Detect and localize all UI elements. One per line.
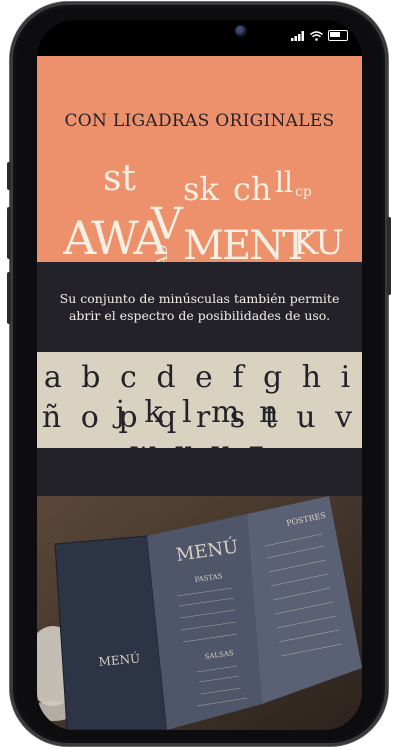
lig-top-1: st (103, 158, 136, 199)
description-text: Su conjunto de minúsculas también permit… (57, 290, 342, 324)
lig-top-2: sk (183, 170, 219, 208)
alphabet-section: a b c d e f g h i j k l m n ñ o p q r s … (37, 352, 362, 470)
volume-up-button (7, 207, 11, 259)
notch (119, 20, 281, 50)
phone-screen[interactable]: CON LIGADRAS ORIGINALES st sk ch ll cp A… (37, 20, 362, 730)
ligature-glyphs: st sk ch ll cp AWA V MENT KU AD (62, 158, 345, 269)
front-camera-icon (235, 25, 247, 37)
status-icons (291, 30, 348, 41)
description-section: Su conjunto de minúsculas también permit… (37, 262, 362, 352)
menu-illustration: MENÚ MENÚ PASTAS SALSAS POSTRES (37, 496, 362, 730)
divider-band (37, 448, 362, 496)
section-title: CON LIGADRAS ORIGINALES (64, 111, 335, 131)
lig-main-4: KU (293, 223, 343, 263)
signal-icon (291, 30, 304, 41)
ligatures-section: CON LIGADRAS ORIGINALES st sk ch ll cp A… (37, 56, 362, 269)
battery-icon (328, 30, 348, 41)
menu-photo: MENÚ MENÚ PASTAS SALSAS POSTRES (37, 496, 362, 730)
status-bar (37, 20, 362, 56)
lig-top-3: ch (233, 170, 272, 208)
ligature-showcase: st sk ch ll cp AWA V MENT KU AD (62, 154, 345, 279)
wifi-icon (310, 30, 323, 41)
description-line-2: abrir el espectro de posibilidades de us… (68, 308, 331, 323)
mute-switch (7, 162, 11, 190)
volume-down-button (7, 272, 11, 324)
power-button (387, 217, 391, 295)
description-line-1: Su conjunto de minúsculas también permit… (59, 291, 340, 306)
lig-top-4: ll (275, 166, 293, 199)
lig-main-2: V (150, 199, 184, 250)
lig-top-5: cp (295, 184, 312, 200)
